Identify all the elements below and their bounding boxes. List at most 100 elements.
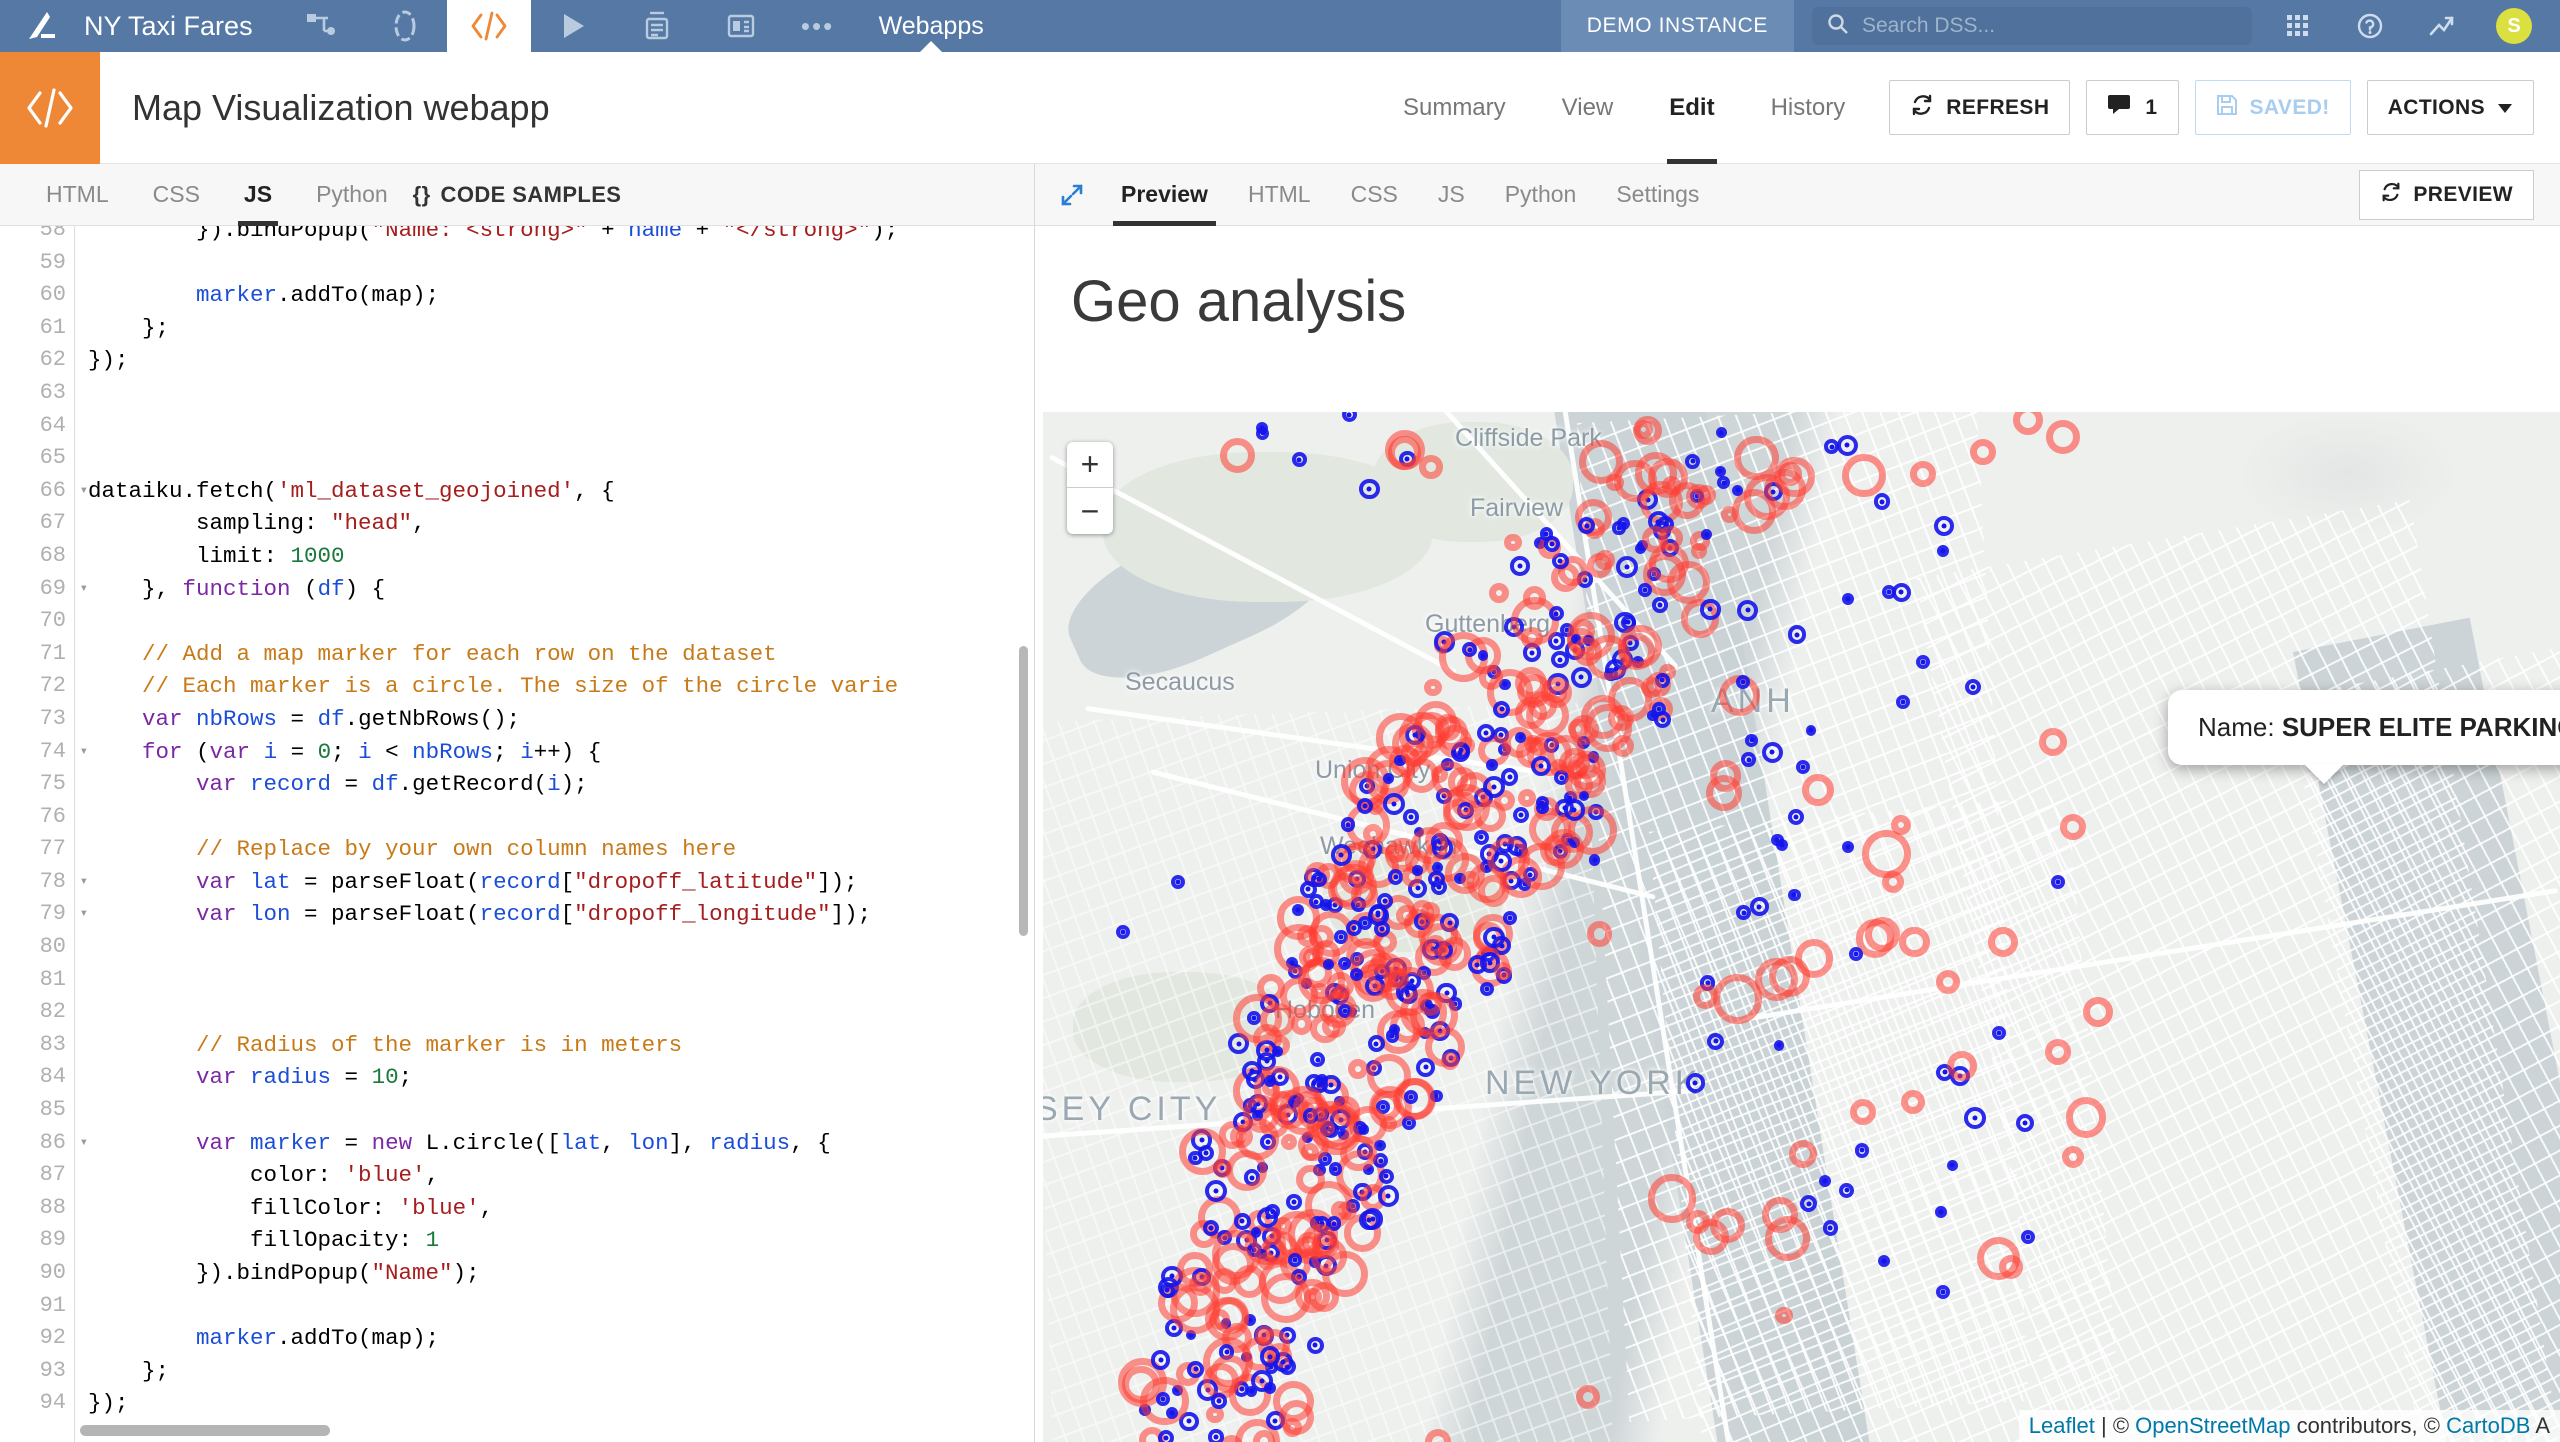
map-marker-red[interactable] — [1418, 912, 1435, 929]
map-marker-blue[interactable] — [1896, 695, 1910, 709]
map-marker-red[interactable] — [2013, 412, 2043, 435]
map-marker-red[interactable] — [2065, 1096, 2107, 1138]
tab-edit[interactable]: Edit — [1641, 52, 1742, 164]
zoom-in-button[interactable]: + — [1067, 442, 1113, 488]
map-marker-red[interactable] — [1686, 1210, 1710, 1234]
preview-tab-html[interactable]: HTML — [1228, 164, 1331, 226]
map-marker-blue[interactable] — [1548, 606, 1564, 622]
map-marker-red[interactable] — [1734, 435, 1779, 480]
map-marker-red[interactable] — [1901, 1090, 1925, 1114]
map-marker-blue[interactable] — [1822, 1220, 1839, 1236]
map-marker-red[interactable] — [1461, 870, 1480, 889]
map-marker-blue[interactable] — [1208, 1429, 1224, 1442]
map-marker-red[interactable] — [1999, 1254, 2024, 1279]
map-marker-blue[interactable] — [1771, 834, 1784, 847]
map-marker-red[interactable] — [1290, 1012, 1313, 1035]
map-marker-red[interactable] — [1882, 871, 1905, 894]
map-marker-blue[interactable] — [1387, 869, 1404, 886]
map-marker-red[interactable] — [1260, 1272, 1311, 1323]
map-marker-red[interactable] — [1970, 439, 1996, 465]
map-marker-blue[interactable] — [1341, 412, 1357, 423]
saved-button[interactable]: SAVED! — [2194, 80, 2351, 135]
project-name[interactable]: NY Taxi Fares — [84, 0, 279, 52]
preview-tab-css[interactable]: CSS — [1331, 164, 1418, 226]
question-help-icon[interactable] — [2334, 0, 2406, 52]
map-marker-blue[interactable] — [1383, 792, 1405, 815]
map-marker-red[interactable] — [1573, 637, 1602, 666]
map-marker-red[interactable] — [1411, 827, 1448, 864]
map-marker-blue[interactable] — [1731, 484, 1744, 496]
map-marker-blue[interactable] — [1616, 556, 1639, 578]
map-marker-blue[interactable] — [1359, 478, 1380, 500]
map-marker-blue[interactable] — [1473, 829, 1490, 846]
map-marker-blue[interactable] — [1916, 655, 1930, 669]
map-marker-red[interactable] — [1504, 533, 1522, 552]
map-marker-red[interactable] — [1212, 1230, 1261, 1280]
map-marker-blue[interactable] — [1259, 1346, 1280, 1367]
map-marker-blue[interactable] — [1563, 799, 1585, 821]
notebook-icon[interactable] — [615, 0, 699, 52]
map-marker-blue[interactable] — [2016, 1114, 2035, 1133]
map-marker-blue[interactable] — [1842, 841, 1855, 854]
map-marker-blue[interactable] — [1510, 556, 1530, 576]
dashboard-icon[interactable] — [699, 0, 783, 52]
map-marker-blue[interactable] — [1171, 875, 1185, 889]
map-marker-blue[interactable] — [1328, 1162, 1343, 1176]
map-marker-blue[interactable] — [2021, 1230, 2035, 1244]
map-marker-red[interactable] — [1850, 1099, 1876, 1125]
map-marker-red[interactable] — [1242, 1095, 1280, 1133]
map-marker-red[interactable] — [1332, 983, 1350, 1001]
map-marker-red[interactable] — [1764, 1215, 1810, 1261]
map-marker-blue[interactable] — [1286, 1194, 1302, 1210]
map-marker-blue[interactable] — [1891, 582, 1911, 602]
map-marker-blue[interactable] — [1877, 1254, 1891, 1267]
code-tab-html[interactable]: HTML — [24, 164, 131, 226]
map-marker-blue[interactable] — [1741, 752, 1757, 768]
map-marker-red[interactable] — [2083, 997, 2113, 1027]
map-marker-blue[interactable] — [1203, 1219, 1220, 1236]
map-marker-red[interactable] — [1573, 764, 1607, 798]
map-marker-blue[interactable] — [1788, 889, 1801, 902]
code-samples-button[interactable]: {} CODE SAMPLES — [413, 182, 622, 208]
scenario-play-icon[interactable] — [531, 0, 615, 52]
map-marker-blue[interactable] — [1637, 583, 1652, 597]
map-marker-blue[interactable] — [1378, 1168, 1394, 1184]
map-marker-blue[interactable] — [2051, 875, 2065, 889]
map-marker-blue[interactable] — [1321, 1074, 1341, 1095]
map-marker-red[interactable] — [1418, 991, 1443, 1016]
map-marker-blue[interactable] — [1717, 476, 1731, 490]
map-marker-blue[interactable] — [1805, 725, 1817, 736]
map-marker-blue[interactable] — [1205, 1179, 1228, 1202]
map-marker-blue[interactable] — [1819, 1174, 1832, 1187]
map-marker-red[interactable] — [2046, 420, 2080, 454]
code-horizontal-scrollbar[interactable] — [80, 1425, 330, 1436]
map-marker-blue[interactable] — [1787, 809, 1804, 826]
map-marker-red[interactable] — [1488, 582, 1510, 603]
map-marker-red[interactable] — [2062, 1146, 2084, 1168]
map-marker-blue[interactable] — [1156, 1392, 1170, 1407]
map-marker-red[interactable] — [2045, 1039, 2071, 1065]
map-popup[interactable]: Name: SUPER ELITE PARKING INC × — [2168, 690, 2560, 784]
tab-summary[interactable]: Summary — [1375, 52, 1534, 164]
map-marker-red[interactable] — [1910, 461, 1936, 487]
avatar[interactable]: S — [2496, 8, 2532, 44]
map-marker-red[interactable] — [1169, 1283, 1220, 1334]
map-marker-red[interactable] — [1385, 842, 1406, 863]
map-marker-red[interactable] — [1219, 437, 1255, 473]
code-tab-css[interactable]: CSS — [131, 164, 222, 226]
map-marker-blue[interactable] — [1612, 521, 1626, 535]
map-marker-blue[interactable] — [1800, 1195, 1818, 1213]
map-marker-red[interactable] — [1579, 439, 1624, 484]
map-marker-blue[interactable] — [1311, 871, 1327, 888]
map-marker-blue[interactable] — [1362, 1208, 1384, 1230]
code-content[interactable]: }).bindPopup("Name: <strong>" + name + "… — [88, 226, 1034, 1442]
lab-icon[interactable] — [363, 0, 447, 52]
map-marker-red[interactable] — [1618, 624, 1662, 669]
user-avatar-wrap[interactable]: S — [2478, 0, 2550, 52]
map-marker-red[interactable] — [2039, 728, 2067, 756]
map-marker-blue[interactable] — [1700, 599, 1721, 620]
map-marker-blue[interactable] — [1493, 700, 1511, 718]
map-marker-red[interactable] — [1177, 1251, 1214, 1288]
fold-toggle-icon[interactable]: ▾ — [80, 736, 88, 769]
map-marker-blue[interactable] — [1749, 897, 1769, 917]
